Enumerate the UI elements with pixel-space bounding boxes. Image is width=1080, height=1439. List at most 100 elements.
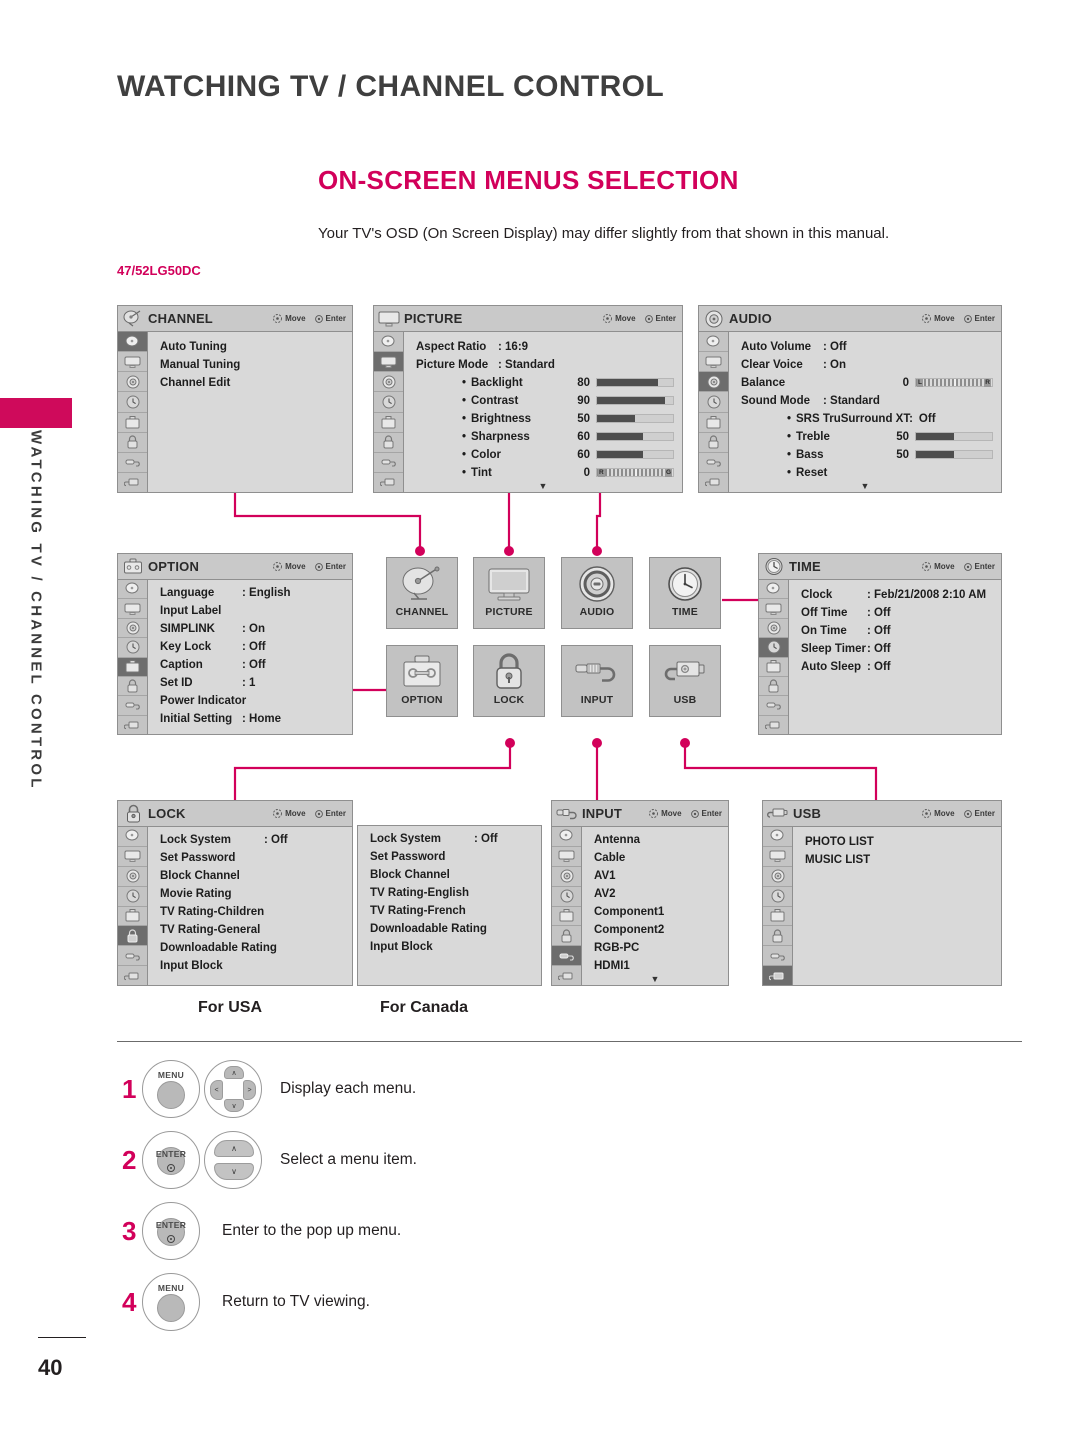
arrow-down-button[interactable]: ∨: [214, 1163, 254, 1180]
rail-icon-audio[interactable]: [699, 372, 728, 393]
menu-item[interactable]: AV2: [594, 885, 720, 903]
rail-icon-picture[interactable]: [699, 352, 728, 373]
slider-track[interactable]: [596, 450, 674, 460]
menu-item[interactable]: Movie Rating: [160, 885, 344, 903]
rail-icon-input[interactable]: [759, 696, 788, 716]
slider-track[interactable]: [915, 450, 993, 460]
scroll-down-arrow[interactable]: ▼: [861, 481, 870, 491]
menu-item-slider[interactable]: • Sharpness 60: [416, 428, 674, 446]
menu-item-tint[interactable]: • Tint 0 R G: [416, 464, 674, 482]
scroll-down-arrow[interactable]: ▼: [651, 974, 660, 984]
menu-item[interactable]: Input Label: [160, 602, 344, 620]
menu-item-slider[interactable]: • Contrast 90: [416, 392, 674, 410]
rail-icon-lock[interactable]: [374, 432, 403, 453]
enter-button[interactable]: ENTER: [142, 1202, 200, 1260]
rail-icon-time[interactable]: [118, 638, 147, 658]
tile-channel[interactable]: CHANNEL: [386, 557, 458, 629]
rail-icon-time[interactable]: [552, 886, 581, 907]
rail-icon-option[interactable]: [118, 657, 147, 677]
rail-icon-usb[interactable]: [699, 472, 728, 492]
menu-item[interactable]: Auto Tuning: [160, 338, 344, 356]
tile-picture[interactable]: PICTURE: [473, 557, 545, 629]
menu-item-slider[interactable]: • Bass 50: [741, 446, 993, 464]
rail-icon-audio[interactable]: [118, 618, 147, 639]
menu-item[interactable]: MUSIC LIST: [805, 851, 993, 869]
menu-item[interactable]: Input Block: [370, 938, 533, 956]
rail-icon-picture[interactable]: [118, 352, 147, 373]
rail-icon-option[interactable]: [552, 906, 581, 927]
rail-icon-channel[interactable]: [118, 332, 147, 353]
rail-icon-audio[interactable]: [374, 372, 403, 393]
menu-item[interactable]: Picture Mode: Standard: [416, 356, 674, 374]
tile-usb[interactable]: USB: [649, 645, 721, 717]
menu-button-knob[interactable]: [157, 1080, 185, 1109]
dpad-control[interactable]: ∧ ∨ < >: [204, 1060, 262, 1118]
menu-icon-rail[interactable]: [552, 827, 582, 985]
menu-item[interactable]: TV Rating-English: [370, 884, 533, 902]
rail-icon-option[interactable]: [374, 412, 403, 433]
rail-icon-input[interactable]: [118, 946, 147, 967]
menu-item[interactable]: Off Time: Off: [801, 604, 993, 622]
rail-icon-input[interactable]: [118, 696, 147, 716]
menu-item-slider[interactable]: • Treble 50: [741, 428, 993, 446]
tile-audio[interactable]: AUDIO: [561, 557, 633, 629]
rail-icon-time[interactable]: [759, 638, 788, 658]
tile-option[interactable]: OPTION: [386, 645, 458, 717]
menu-item[interactable]: Sleep Timer: Off: [801, 640, 993, 658]
menu-item[interactable]: Power Indicator: [160, 692, 344, 710]
menu-item[interactable]: Clear Voice: On: [741, 356, 993, 374]
rail-icon-input[interactable]: [118, 452, 147, 473]
slider-track[interactable]: [915, 432, 993, 442]
rail-icon-usb[interactable]: [118, 472, 147, 492]
menu-item[interactable]: Set Password: [160, 849, 344, 867]
menu-icon-rail[interactable]: [759, 580, 789, 734]
dpad-up[interactable]: ∧: [224, 1066, 244, 1079]
menu-item[interactable]: Component2: [594, 921, 720, 939]
dpad-left[interactable]: <: [210, 1080, 223, 1100]
dpad-down[interactable]: ∨: [224, 1099, 244, 1112]
rail-icon-time[interactable]: [699, 392, 728, 413]
rail-icon-input[interactable]: [699, 452, 728, 473]
menu-item[interactable]: Manual Tuning: [160, 356, 344, 374]
menu-icon-rail[interactable]: [374, 332, 404, 492]
rail-icon-picture[interactable]: [374, 352, 403, 373]
rail-icon-usb[interactable]: [118, 966, 147, 985]
menu-item[interactable]: Initial Setting: Home: [160, 710, 344, 728]
rail-icon-option[interactable]: [759, 657, 788, 677]
menu-icon-rail[interactable]: [699, 332, 729, 492]
rail-icon-channel[interactable]: [763, 827, 792, 847]
slider-track[interactable]: [596, 414, 674, 424]
rail-icon-option[interactable]: [763, 906, 792, 927]
menu-item[interactable]: Set Password: [370, 848, 533, 866]
rail-icon-audio[interactable]: [759, 618, 788, 639]
updown-control[interactable]: ∧ ∨: [204, 1131, 262, 1189]
menu-item[interactable]: Lock System: Off: [160, 831, 344, 849]
menu-item[interactable]: Antenna: [594, 831, 720, 849]
menu-icon-rail[interactable]: [118, 827, 148, 985]
rail-icon-option[interactable]: [118, 906, 147, 927]
menu-item[interactable]: Caption: Off: [160, 656, 344, 674]
rail-icon-lock[interactable]: [118, 432, 147, 453]
menu-button-knob[interactable]: [157, 1293, 185, 1322]
rail-icon-lock[interactable]: [118, 676, 147, 697]
menu-item[interactable]: On Time: Off: [801, 622, 993, 640]
menu-item[interactable]: Auto Volume: Off: [741, 338, 993, 356]
rail-icon-usb[interactable]: [552, 966, 581, 985]
enter-button[interactable]: ENTER: [142, 1131, 200, 1189]
tile-input[interactable]: INPUT: [561, 645, 633, 717]
rail-icon-lock[interactable]: [759, 676, 788, 697]
menu-item[interactable]: AV1: [594, 867, 720, 885]
rail-icon-picture[interactable]: [759, 599, 788, 619]
menu-button[interactable]: MENU: [142, 1273, 200, 1331]
rail-icon-lock[interactable]: [699, 432, 728, 453]
rail-icon-lock[interactable]: [552, 926, 581, 947]
menu-item[interactable]: TV Rating-Children: [160, 903, 344, 921]
menu-item[interactable]: Downloadable Rating: [370, 920, 533, 938]
menu-item[interactable]: Downloadable Rating: [160, 939, 344, 957]
rail-icon-channel[interactable]: [552, 827, 581, 847]
balance-slider[interactable]: LR: [915, 378, 993, 388]
menu-icon-rail[interactable]: [118, 332, 148, 492]
rail-icon-channel[interactable]: [118, 827, 147, 847]
menu-item-slider[interactable]: • Color 60: [416, 446, 674, 464]
arrow-up-button[interactable]: ∧: [214, 1140, 254, 1157]
